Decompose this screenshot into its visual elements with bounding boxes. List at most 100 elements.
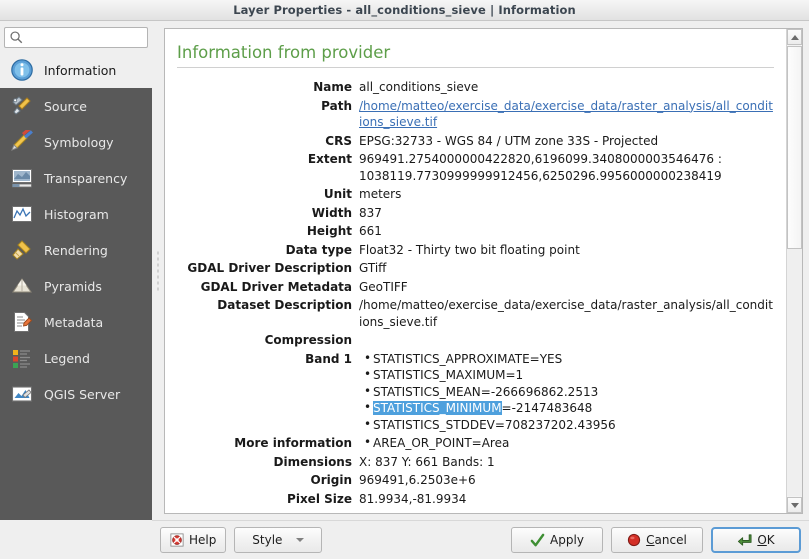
property-label: More information xyxy=(177,434,359,453)
info-icon xyxy=(8,56,36,84)
metadata-icon xyxy=(8,308,36,336)
style-button[interactable]: Style xyxy=(234,527,322,553)
property-label: Dataset Description xyxy=(177,296,359,331)
sidebar-item-label: Histogram xyxy=(44,207,109,222)
sidebar-item-label: Pyramids xyxy=(44,279,102,294)
sidebar-nav: Information Source xyxy=(0,52,152,412)
sidebar-item-metadata[interactable]: Metadata xyxy=(0,304,152,340)
table-row: Name all_conditions_sieve xyxy=(177,78,774,97)
property-value: X: 837 Y: 661 Bands: 1 xyxy=(359,453,774,472)
property-label: Name xyxy=(177,78,359,97)
sidebar-item-rendering[interactable]: Rendering xyxy=(0,232,152,268)
qgis-server-icon xyxy=(8,380,36,408)
list-item: STATISTICS_STDDEV=708237202.43956 xyxy=(373,417,774,434)
sidebar-item-label: Metadata xyxy=(44,315,103,330)
table-row: Width 837 xyxy=(177,204,774,223)
search-input[interactable] xyxy=(24,30,143,45)
table-row: Compression xyxy=(177,331,774,350)
title-bar: Layer Properties - all_conditions_sieve … xyxy=(0,0,809,21)
sidebar-item-label: Symbology xyxy=(44,135,114,150)
table-row: Dimensions X: 837 Y: 661 Bands: 1 xyxy=(177,453,774,472)
selected-text: STATISTICS_MINIMUM xyxy=(373,401,502,415)
sidebar-item-legend[interactable]: Legend xyxy=(0,340,152,376)
search-box[interactable] xyxy=(4,27,148,48)
table-row: Data type Float32 - Thirty two bit float… xyxy=(177,241,774,260)
sidebar-item-pyramids[interactable]: Pyramids xyxy=(0,268,152,304)
ok-button-label: OK xyxy=(757,533,774,547)
scrollbar-track[interactable] xyxy=(787,46,802,496)
section-title-information-from-provider: Information from provider xyxy=(177,43,774,68)
list-item: AREA_OR_POINT=Area xyxy=(373,435,774,452)
property-label: Data type xyxy=(177,241,359,260)
property-label: Path xyxy=(177,97,359,132)
property-label: Band 1 xyxy=(177,350,359,435)
scroll-up-button[interactable] xyxy=(787,29,802,45)
search-container xyxy=(0,22,152,52)
sidebar-item-label: Rendering xyxy=(44,243,108,258)
transparency-icon xyxy=(8,164,36,192)
property-label: Pixel Size xyxy=(177,490,359,509)
sidebar-item-label: Legend xyxy=(44,351,90,366)
sidebar-item-label: QGIS Server xyxy=(44,387,120,402)
dialog-body: Information Source xyxy=(0,22,809,520)
apply-button-label: Apply xyxy=(550,533,584,547)
window-title: Layer Properties - all_conditions_sieve … xyxy=(233,3,576,17)
sidebar-item-symbology[interactable]: Symbology xyxy=(0,124,152,160)
property-value: GTiff xyxy=(359,259,774,278)
table-row: Dataset Description /home/matteo/exercis… xyxy=(177,296,774,331)
vertical-scrollbar[interactable] xyxy=(786,29,802,513)
list-item: STATISTICS_APPROXIMATE=YES xyxy=(373,351,774,368)
source-icon xyxy=(8,92,36,120)
property-value: all_conditions_sieve xyxy=(359,78,774,97)
property-label: GDAL Driver Metadata xyxy=(177,278,359,297)
panel-splitter[interactable] xyxy=(152,22,164,520)
table-row: Band 1 STATISTICS_APPROXIMATE=YES STATIS… xyxy=(177,350,774,435)
property-value: /home/matteo/exercise_data/exercise_data… xyxy=(359,296,774,331)
table-row: GDAL Driver Description GTiff xyxy=(177,259,774,278)
content-panel: Information from provider Name all_condi… xyxy=(164,22,809,520)
scroll-frame: Information from provider Name all_condi… xyxy=(164,28,803,514)
rendering-icon xyxy=(8,236,36,264)
property-value: Float32 - Thirty two bit floating point xyxy=(359,241,774,260)
property-label: Extent xyxy=(177,150,359,185)
provider-properties-table: Name all_conditions_sieve Path /home/mat… xyxy=(177,78,774,508)
cancel-button-label: Cancel xyxy=(646,533,687,547)
splitter-grip xyxy=(157,250,159,292)
sidebar-item-source[interactable]: Source xyxy=(0,88,152,124)
property-value: meters xyxy=(359,185,774,204)
chevron-up-icon xyxy=(791,35,799,40)
ok-button[interactable]: OK xyxy=(711,527,801,553)
sidebar-item-information[interactable]: Information xyxy=(0,52,152,88)
property-label: Compression xyxy=(177,331,359,350)
sidebar-item-label: Source xyxy=(44,99,87,114)
path-link[interactable]: /home/matteo/exercise_data/exercise_data… xyxy=(359,99,773,130)
property-value: 837 xyxy=(359,204,774,223)
table-row: Unit meters xyxy=(177,185,774,204)
sidebar-item-histogram[interactable]: Histogram xyxy=(0,196,152,232)
property-label: GDAL Driver Description xyxy=(177,259,359,278)
list-item: STATISTICS_MEAN=-266696862.2513 xyxy=(373,384,774,401)
scroll-down-button[interactable] xyxy=(787,497,802,513)
property-label: Dimensions xyxy=(177,453,359,472)
sidebar-item-qgis-server[interactable]: QGIS Server xyxy=(0,376,152,412)
table-row: More information AREA_OR_POINT=Area xyxy=(177,434,774,453)
check-icon xyxy=(530,533,545,548)
property-label: Origin xyxy=(177,471,359,490)
property-value xyxy=(359,331,774,350)
apply-button[interactable]: Apply xyxy=(511,527,603,553)
more-information-list: AREA_OR_POINT=Area xyxy=(359,435,774,452)
property-value: 969491,6.2503e+6 xyxy=(359,471,774,490)
chevron-down-icon xyxy=(296,538,304,542)
table-row: Extent 969491.2754000000422820,6196099.3… xyxy=(177,150,774,185)
cancel-button[interactable]: Cancel xyxy=(611,527,703,553)
scrollbar-thumb[interactable] xyxy=(787,46,802,249)
legend-icon xyxy=(8,344,36,372)
help-button[interactable]: Help xyxy=(160,527,226,553)
sidebar-item-transparency[interactable]: Transparency xyxy=(0,160,152,196)
lifebuoy-icon xyxy=(170,533,184,547)
property-value: 81.9934,-81.9934 xyxy=(359,490,774,509)
selected-text-remainder: =-2147483648 xyxy=(502,401,593,415)
property-value: 661 xyxy=(359,222,774,241)
property-label: CRS xyxy=(177,132,359,151)
chevron-down-icon xyxy=(791,503,799,508)
